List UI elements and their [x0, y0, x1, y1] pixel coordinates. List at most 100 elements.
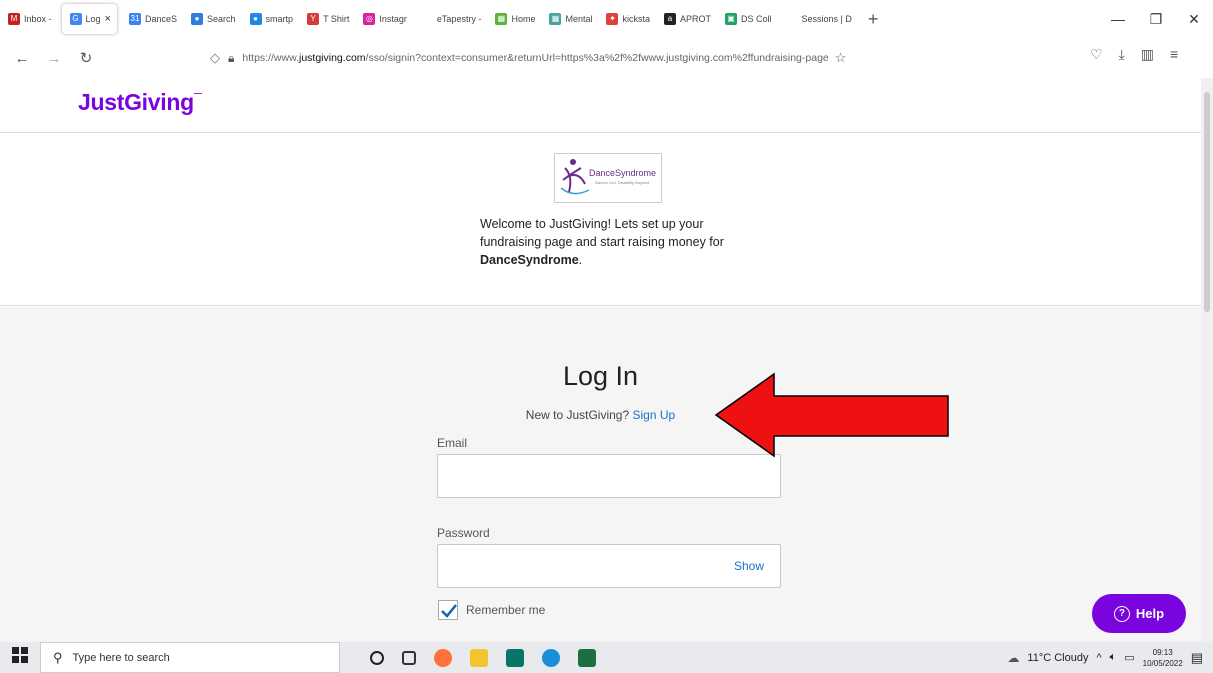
charity-section: DanceSyndrome Dancer Led, Disability Ins… — [0, 133, 1201, 306]
charity-logo-text: DanceSyndrome — [589, 168, 656, 178]
browser-tab[interactable]: ▦ Home — [487, 0, 541, 38]
signup-link[interactable]: Sign Up — [633, 408, 676, 422]
remember-label: Remember me — [466, 603, 546, 617]
tab-label: APROT — [680, 14, 712, 24]
browser-nav-bar: ← → ↻ ◇ 🔒︎ https://www. justgiving.com/ss… — [0, 38, 1213, 78]
task-view-icon[interactable] — [402, 650, 416, 665]
url-path: /sso/signin?context=consumer&returnUrl=h… — [365, 52, 829, 64]
tab-favicon-icon: ● — [249, 13, 262, 25]
tab-label: Log — [85, 14, 101, 24]
browser-tab[interactable]: ✦ kicksta — [598, 0, 656, 38]
back-icon[interactable]: ← — [10, 50, 34, 67]
cortana-icon[interactable] — [370, 650, 384, 665]
signup-prompt-line: New to JustGiving? Sign Up — [0, 408, 1201, 422]
email-field[interactable] — [437, 454, 781, 498]
tray-arrow-icon[interactable]: ^ — [1096, 652, 1101, 664]
system-tray: ☁ 11°C Cloudy ^ 🔈︎ ▭ 09:13 10/05/2022 ▤ — [1007, 642, 1203, 673]
download-icon[interactable]: ⤓ — [1119, 46, 1125, 63]
volume-icon[interactable]: 🔈︎ — [1110, 651, 1117, 664]
taskbar-search-placeholder: Type here to search — [72, 651, 170, 664]
browser-tab[interactable]: M Inbox - — [0, 0, 58, 38]
welcome-message: Welcome to JustGiving! Lets set up your … — [480, 215, 760, 269]
search-icon: ⚲ — [53, 649, 63, 665]
restore-icon[interactable]: ❐ — [1137, 11, 1175, 28]
browser-tab[interactable]: ◎ Instagr — [355, 0, 413, 38]
tab-close-icon[interactable]: × — [105, 13, 111, 25]
sidebar-icon[interactable]: ▥ — [1141, 46, 1154, 63]
browser-tab[interactable]: 31 DanceS — [121, 0, 183, 38]
tab-label: eTapestry - — [436, 14, 482, 24]
browser-tab-strip: M Inbox - G Log × 31 DanceS ● Search ● smartp Y T Sh… — [0, 0, 1213, 38]
window-controls: — ❐ ✕ — [1099, 0, 1213, 38]
tab-label: Instagr — [379, 14, 407, 24]
signup-prompt: New to JustGiving? — [525, 408, 630, 422]
network-icon[interactable]: ▭ — [1124, 651, 1134, 664]
browser-tab[interactable]: ▦ Mental — [541, 0, 598, 38]
url-bar[interactable]: ◇ 🔒︎ https://www. justgiving.com/sso/sign… — [210, 41, 990, 75]
login-panel: Log In New to JustGiving? Sign Up Email … — [0, 307, 1201, 642]
question-icon: ? — [1113, 605, 1130, 622]
remember-checkbox[interactable] — [438, 600, 458, 620]
new-tab-button[interactable]: + — [858, 9, 889, 30]
taskbar-clock[interactable]: 09:13 10/05/2022 — [1143, 647, 1183, 669]
page-scrollbar[interactable] — [1201, 78, 1213, 642]
password-field[interactable]: Show — [437, 544, 781, 588]
edge-icon[interactable] — [542, 648, 560, 667]
url-prefix: https://www. — [242, 52, 299, 64]
site-header: JustGiving— — [0, 78, 1201, 133]
show-password-button[interactable]: Show — [734, 559, 764, 573]
tab-favicon-icon: M — [8, 13, 20, 25]
charity-logo: DanceSyndrome Dancer Led, Disability Ins… — [554, 153, 662, 203]
shield-icon: ◇ — [210, 50, 220, 65]
password-label: Password — [437, 526, 490, 540]
email-label: Email — [437, 436, 468, 450]
weather-text[interactable]: 11°C Cloudy — [1027, 652, 1088, 664]
pocket-icon[interactable]: ♡ — [1090, 46, 1103, 63]
tab-label: Search — [207, 14, 236, 24]
tab-favicon-icon: Y — [307, 13, 320, 25]
excel-icon[interactable] — [578, 648, 596, 667]
tab-label: DanceS — [144, 14, 178, 24]
browser-tab[interactable]: ● smartp — [242, 0, 300, 38]
tab-favicon-icon: ▦ — [495, 13, 508, 25]
remember-me[interactable]: Remember me — [438, 600, 545, 620]
checkmark-icon — [441, 604, 457, 618]
windows-taskbar: ⚲ Type here to search ☁ 11°C Cloudy ^ 🔈︎… — [0, 642, 1213, 673]
welcome-period: . — [578, 253, 583, 267]
publisher-icon[interactable] — [506, 648, 524, 667]
tab-favicon-icon: ▦ — [549, 13, 562, 25]
taskbar-search[interactable]: ⚲ Type here to search — [40, 642, 340, 673]
minimize-icon[interactable]: — — [1099, 11, 1137, 27]
close-window-icon[interactable]: ✕ — [1175, 11, 1213, 28]
browser-tab[interactable]: G Log × — [61, 4, 117, 34]
browser-tab[interactable]: eTapestry - — [413, 0, 488, 38]
notification-icon[interactable]: ▤ — [1191, 650, 1203, 666]
justgiving-logo[interactable]: JustGiving— — [78, 89, 202, 116]
bookmark-star-icon[interactable]: ☆ — [835, 50, 847, 66]
browser-tab[interactable]: Sessions | D — [778, 0, 858, 38]
red-arrow-annotation — [714, 372, 949, 458]
tab-favicon-icon: ◎ — [363, 13, 376, 25]
forward-icon[interactable]: → — [42, 50, 66, 67]
welcome-text: Welcome to JustGiving! Lets set up your … — [480, 217, 724, 249]
charity-logo-subtitle: Dancer Led, Disability Inspired — [595, 180, 649, 185]
help-label: Help — [1135, 606, 1165, 621]
help-button[interactable]: ? Help — [1092, 594, 1186, 633]
tab-label: Sessions | D — [801, 14, 852, 24]
browser-tab[interactable]: ▣ DS Coll — [717, 0, 778, 38]
windows-start-icon[interactable] — [0, 647, 40, 668]
browser-tab[interactable]: YT Shirt — [299, 0, 355, 38]
browser-tab[interactable]: ● Search — [183, 0, 242, 38]
tab-label: T Shirt — [323, 14, 350, 24]
page-content: JustGiving— DanceSyndrome Dancer Led, Di… — [0, 78, 1201, 642]
firefox-icon[interactable] — [434, 648, 452, 667]
menu-icon[interactable]: ≡ — [1170, 46, 1178, 63]
reload-icon[interactable]: ↻ — [74, 49, 98, 67]
scrollbar-thumb[interactable] — [1204, 92, 1210, 312]
tab-label: Mental — [565, 14, 593, 24]
browser-tab[interactable]: a APROT — [656, 0, 717, 38]
file-explorer-icon[interactable] — [470, 648, 488, 667]
tab-label: Inbox - — [24, 14, 52, 24]
clock-time: 09:13 — [1152, 647, 1173, 657]
tab-favicon-icon — [785, 13, 798, 25]
